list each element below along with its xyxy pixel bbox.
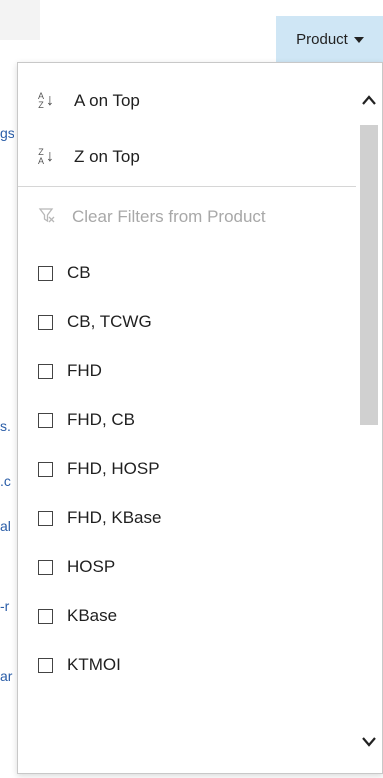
sort-z-on-top-label: Z on Top bbox=[74, 147, 140, 166]
dropdown-caret-icon bbox=[353, 37, 364, 43]
filter-option-checkbox[interactable] bbox=[38, 559, 53, 575]
background-text-fragment: .c bbox=[0, 473, 11, 489]
filter-option-item[interactable]: CB, TCWG bbox=[18, 300, 152, 344]
product-filter-header-button[interactable]: Product bbox=[276, 16, 383, 62]
sort-descending-icon: Z A ↓ bbox=[38, 147, 55, 166]
sort-a-on-top-label: A on Top bbox=[74, 91, 140, 110]
background-text-fragment: s. bbox=[0, 418, 11, 434]
filter-option-label: KTMOI bbox=[67, 655, 121, 674]
chevron-down-icon bbox=[362, 737, 376, 747]
product-header-label: Product bbox=[296, 30, 348, 48]
background-text-fragment: ar bbox=[0, 668, 13, 684]
background-panel bbox=[0, 0, 40, 40]
filter-option-label: HOSP bbox=[67, 557, 116, 576]
filter-option-item[interactable]: FHD, KBase bbox=[18, 496, 161, 540]
filter-option-checkbox[interactable] bbox=[38, 314, 53, 330]
scroll-up-button[interactable] bbox=[356, 85, 382, 115]
filter-option-label: FHD, KBase bbox=[67, 508, 162, 527]
filter-option-label: FHD, CB bbox=[67, 410, 135, 429]
clear-filters-item: Clear Filters from Product bbox=[18, 195, 266, 239]
scroll-thumb[interactable] bbox=[360, 125, 378, 425]
filter-option-checkbox[interactable] bbox=[38, 265, 53, 281]
filter-option-item[interactable]: KBase bbox=[18, 594, 117, 638]
filter-option-item[interactable]: FHD, CB bbox=[18, 398, 135, 442]
filter-option-item[interactable]: HOSP bbox=[18, 545, 115, 589]
clear-filters-label: Clear Filters from Product bbox=[72, 207, 266, 226]
clear-filter-icon bbox=[38, 206, 62, 229]
filter-option-checkbox[interactable] bbox=[38, 510, 53, 526]
filter-option-item[interactable]: FHD, HOSP bbox=[18, 447, 160, 491]
sort-z-on-top-item[interactable]: Z A ↓ Z on Top bbox=[18, 129, 140, 185]
filter-option-label: KBase bbox=[67, 606, 118, 625]
filter-option-checkbox[interactable] bbox=[38, 461, 53, 477]
sort-ascending-icon: A Z ↓ bbox=[38, 91, 55, 110]
background-text-fragment: -r bbox=[0, 598, 10, 614]
filter-dropdown-panel: A Z ↓ A on Top Z A ↓ Z on Top Clear Filt… bbox=[17, 62, 383, 774]
menu-divider bbox=[18, 186, 356, 187]
filter-option-label: FHD bbox=[67, 361, 102, 380]
filter-option-label: FHD, HOSP bbox=[67, 459, 160, 478]
background-text-fragment: gs bbox=[0, 125, 14, 141]
filter-option-checkbox[interactable] bbox=[38, 363, 53, 379]
filter-option-checkbox[interactable] bbox=[38, 412, 53, 428]
filter-option-checkbox[interactable] bbox=[38, 657, 53, 673]
scroll-down-button[interactable] bbox=[356, 727, 382, 757]
filter-option-checkbox[interactable] bbox=[38, 608, 53, 624]
filter-option-item[interactable]: KTMOI bbox=[18, 643, 121, 687]
filter-option-label: CB, TCWG bbox=[67, 312, 152, 331]
sort-a-on-top-item[interactable]: A Z ↓ A on Top bbox=[18, 73, 140, 129]
options-scrollbar[interactable] bbox=[356, 63, 382, 773]
filter-option-label: CB bbox=[67, 263, 91, 282]
filter-option-item[interactable]: CB bbox=[18, 251, 91, 295]
background-text-fragment: al bbox=[0, 518, 11, 534]
scroll-track[interactable] bbox=[360, 125, 378, 725]
chevron-up-icon bbox=[362, 95, 376, 105]
filter-option-item[interactable]: FHD bbox=[18, 349, 102, 393]
